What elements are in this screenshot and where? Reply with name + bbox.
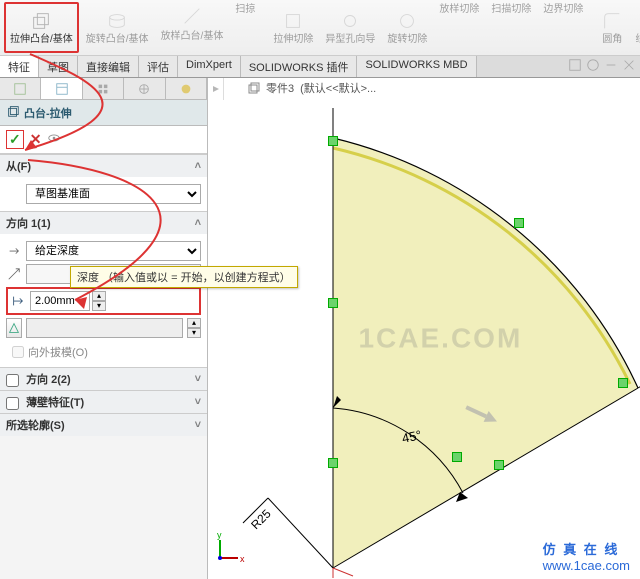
minimize-icon[interactable]	[604, 58, 618, 75]
tab-evaluate[interactable]: 评估	[139, 56, 178, 77]
ok-button[interactable]: ✓	[6, 130, 24, 149]
section-direction2: 方向 2(2) ˅	[0, 367, 207, 390]
depth-icon	[10, 294, 26, 308]
close-icon[interactable]	[622, 58, 636, 75]
sketch-handle[interactable]	[514, 218, 524, 228]
end-condition-select[interactable]: 给定深度	[26, 241, 201, 261]
ribbon-boundary-cut[interactable]: 边界切除	[538, 2, 588, 53]
depth-input[interactable]	[30, 291, 90, 311]
draft-outward-checkbox-row[interactable]: 向外拔模(O)	[6, 341, 201, 363]
help-icon[interactable]	[586, 58, 600, 75]
hole-icon	[339, 10, 361, 35]
revolve-icon	[106, 10, 128, 35]
boss-extrude-icon	[6, 104, 20, 121]
chevron-down-icon: ˅	[195, 396, 201, 408]
draft-spin-down[interactable]: ▾	[187, 328, 201, 338]
panel-tab-display[interactable]	[166, 78, 207, 99]
tab-sw-mbd[interactable]: SOLIDWORKS MBD	[357, 56, 476, 77]
cancel-button[interactable]: ✕	[30, 131, 42, 148]
footer-watermark: 仿 真 在 线 www.1cae.com	[543, 539, 630, 573]
reverse-direction-icon[interactable]	[6, 244, 22, 258]
pm-actions: ✓ ✕	[0, 126, 207, 154]
depth-spin-down[interactable]: ▾	[92, 301, 106, 311]
sketch-handle[interactable]	[452, 452, 462, 462]
ribbon-loft-boss[interactable]: 放样凸台/基体	[156, 2, 229, 53]
sketch-handle[interactable]	[618, 378, 628, 388]
radius-dimension-text[interactable]: R25	[248, 506, 274, 532]
section-contours-header[interactable]: 所选轮廓(S) ˅	[0, 414, 207, 436]
tab-sw-addins[interactable]: SOLIDWORKS 插件	[241, 56, 358, 77]
extrude-cut-icon	[282, 10, 304, 35]
tab-direct-edit[interactable]: 直接编辑	[78, 56, 139, 77]
section-from-header[interactable]: 从(F) ˄	[0, 155, 207, 177]
ribbon-extrude-cut[interactable]: 拉伸切除	[268, 2, 318, 53]
panel-tab-feature-tree[interactable]	[0, 78, 41, 99]
section-direction1-header[interactable]: 方向 1(1) ˄	[0, 212, 207, 234]
ribbon-revolve-boss[interactable]: 旋转凸台/基体	[81, 2, 154, 53]
command-manager-tabs: 特征 草图 直接编辑 评估 DimXpert SOLIDWORKS 插件 SOL…	[0, 56, 640, 78]
svg-text:y: y	[217, 530, 222, 540]
graphics-viewport[interactable]: 零件3 (默认<<默认>... 45° R25	[208, 78, 640, 579]
tab-right-tools	[568, 58, 636, 75]
ribbon-extrude-boss[interactable]: 拉伸凸台/基体	[4, 2, 79, 53]
section-thin-header[interactable]: 薄壁特征(T) ˅	[0, 391, 207, 413]
tab-dimxpert[interactable]: DimXpert	[178, 56, 241, 77]
section-from: 从(F) ˄ 草图基准面	[0, 154, 207, 211]
draft-angle-input[interactable]	[26, 318, 183, 338]
sketch-handle[interactable]	[494, 460, 504, 470]
extrude-icon	[30, 10, 52, 35]
revolve-cut-icon	[396, 10, 418, 35]
from-select[interactable]: 草图基准面	[26, 184, 201, 204]
depth-spin-up[interactable]: ▴	[92, 291, 106, 301]
ribbon-hole-wizard[interactable]: 异型孔向导	[320, 2, 380, 53]
thin-feature-checkbox[interactable]	[6, 397, 19, 410]
svg-text:x: x	[240, 554, 245, 564]
tab-sketch[interactable]: 草图	[39, 56, 78, 77]
section-direction1: 方向 1(1) ˄ 给定深度	[0, 211, 207, 367]
expand-icon[interactable]	[568, 58, 582, 75]
depth-tooltip: 深度 （输入值或以 = 开始，以创建方程式）	[70, 266, 298, 288]
view-triad: x y	[217, 530, 245, 564]
panel-tabs	[0, 78, 207, 100]
sketch-handle[interactable]	[328, 458, 338, 468]
chevron-up-icon: ˄	[195, 217, 201, 229]
fillet-icon	[601, 10, 623, 35]
direction-vector-icon[interactable]	[6, 267, 22, 281]
preview-toggle-icon[interactable]	[47, 131, 61, 148]
section-direction2-header[interactable]: 方向 2(2) ˅	[0, 368, 207, 390]
chevron-up-icon: ˄	[195, 160, 201, 172]
ribbon-sweep-cut[interactable]: 扫描切除	[486, 2, 536, 53]
depth-row: ▴ ▾	[6, 287, 201, 315]
ribbon: 拉伸凸台/基体 旋转凸台/基体 放样凸台/基体 扫掠 拉伸切除 异型孔向导 旋转…	[0, 0, 640, 56]
draft-outward-checkbox[interactable]	[12, 346, 24, 358]
panel-tab-config[interactable]	[83, 78, 124, 99]
center-watermark: 1CAE.COM	[358, 322, 522, 354]
sketch-handle[interactable]	[328, 136, 338, 146]
pm-header: 凸台-拉伸	[0, 100, 207, 126]
ribbon-revolve-cut[interactable]: 旋转切除	[382, 2, 432, 53]
chevron-down-icon: ˅	[195, 419, 201, 431]
draft-toggle-button[interactable]	[6, 318, 22, 338]
sketch-handle[interactable]	[328, 298, 338, 308]
section-thin-feature: 薄壁特征(T) ˅	[0, 390, 207, 413]
tab-features[interactable]: 特征	[0, 56, 39, 77]
ribbon-fillet[interactable]: 圆角	[596, 2, 628, 53]
origin-marker	[333, 568, 353, 578]
loft-icon	[181, 5, 203, 30]
property-manager-panel: 凸台-拉伸 ✓ ✕ 从(F) ˄ 草图基准面 方向	[0, 78, 208, 579]
panel-tab-property-manager[interactable]	[41, 78, 82, 99]
pm-title: 凸台-拉伸	[24, 105, 72, 121]
direction2-checkbox[interactable]	[6, 374, 19, 387]
panel-tab-dimxpert[interactable]	[124, 78, 165, 99]
ribbon-loft-cut[interactable]: 放样切除	[434, 2, 484, 53]
ribbon-sweep[interactable]: 扫掠	[230, 2, 260, 53]
section-selected-contours: 所选轮廓(S) ˅	[0, 413, 207, 436]
chevron-down-icon: ˅	[195, 373, 201, 385]
draft-spin-up[interactable]: ▴	[187, 318, 201, 328]
ribbon-linear-pattern[interactable]: 线性阵列	[630, 2, 640, 53]
